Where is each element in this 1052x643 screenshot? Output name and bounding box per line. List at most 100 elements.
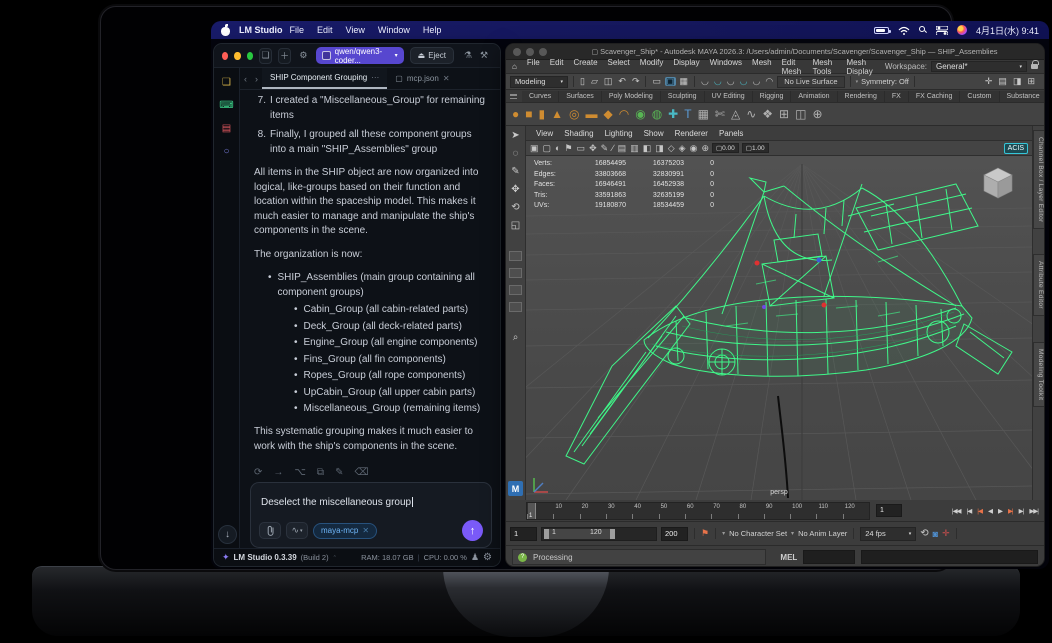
- viewport-toolbar-icon[interactable]: ▥: [630, 143, 639, 153]
- menu-bar-clock[interactable]: 4月1日(水) 9:41: [976, 24, 1039, 37]
- rail-icon[interactable]: ▤: [218, 119, 236, 137]
- viewport-toolbar-icon[interactable]: ✥: [589, 143, 597, 153]
- snap-icon[interactable]: ◡: [700, 77, 710, 86]
- shelf-tool-icon[interactable]: ◍: [652, 108, 662, 120]
- maya-menu-item[interactable]: Modify: [640, 58, 664, 76]
- nav-back-icon[interactable]: ‹: [240, 74, 251, 84]
- status-icon[interactable]: ↷: [631, 77, 641, 86]
- shelf-tool-icon[interactable]: ◫: [795, 108, 806, 120]
- lock-icon[interactable]: [1031, 60, 1039, 69]
- control-center-icon[interactable]: [935, 25, 948, 35]
- shelf-tab[interactable]: Substance: [999, 91, 1044, 102]
- rail-icon[interactable]: ○: [218, 142, 236, 160]
- close-button[interactable]: [222, 51, 229, 60]
- shelf-tool-icon[interactable]: ◬: [731, 108, 740, 120]
- viewport-toolbar-icon[interactable]: ◈: [679, 143, 686, 153]
- shelf-tab[interactable]: Rigging: [752, 91, 792, 102]
- close-tab-icon[interactable]: ✕: [443, 74, 450, 83]
- symmetry-selector[interactable]: Symmetry: Off: [861, 77, 909, 86]
- snap-icon[interactable]: ◠: [764, 77, 774, 86]
- shelf-tab[interactable]: Rendering: [837, 91, 885, 102]
- shelf-tab[interactable]: UV Editing: [704, 91, 753, 102]
- move-tool-icon[interactable]: ✥: [511, 184, 519, 195]
- tab-mcp-json[interactable]: ▢ mcp.json ✕: [387, 68, 457, 89]
- app-version[interactable]: LM Studio 0.3.39: [234, 553, 297, 562]
- status-icon[interactable]: ▤: [997, 77, 1008, 86]
- status-icon[interactable]: ◫: [603, 77, 614, 86]
- model-selector[interactable]: qwen/qwen3-coder... ▾: [315, 47, 404, 65]
- select-component-icon[interactable]: ▦: [679, 77, 690, 86]
- menu-extra-app-icon[interactable]: [956, 25, 967, 35]
- viewport-toolbar-icon[interactable]: ◇: [668, 143, 675, 153]
- shelf-tool-icon[interactable]: ▮: [539, 108, 546, 120]
- shelf-tool-icon[interactable]: ■: [525, 108, 532, 120]
- lasso-tool-icon[interactable]: ◌: [513, 148, 519, 159]
- macos-menu-item[interactable]: Window: [378, 25, 410, 35]
- viewport-menu-item[interactable]: Renderer: [675, 129, 708, 138]
- spotlight-icon[interactable]: [918, 26, 927, 34]
- shelf-menu-icon[interactable]: [510, 94, 517, 99]
- anim-prefs-icon[interactable]: ◙: [933, 529, 938, 539]
- playback-button[interactable]: ▶|: [1006, 505, 1015, 517]
- maya-menu-item[interactable]: Select: [608, 58, 630, 76]
- snap-icon[interactable]: ◡: [713, 77, 723, 86]
- shelf-tab[interactable]: Surfaces: [559, 91, 602, 102]
- maya-menu-item[interactable]: Windows: [710, 58, 742, 76]
- auto-key-icon[interactable]: ✛: [942, 528, 950, 539]
- viewport-toolbar-icon[interactable]: ◧: [643, 143, 652, 153]
- shelf-tab[interactable]: Curves: [522, 91, 560, 102]
- rail-icon[interactable]: ⌨: [218, 96, 236, 114]
- tab-chat[interactable]: SHIP Component Grouping ⋯: [262, 68, 388, 89]
- maya-menu-item[interactable]: Edit: [550, 58, 564, 76]
- playback-button[interactable]: |◀: [975, 505, 984, 517]
- paint-select-tool-icon[interactable]: ✎: [511, 166, 519, 177]
- maya-m-icon[interactable]: M: [508, 481, 523, 496]
- attach-file-button[interactable]: [259, 522, 281, 539]
- message-action-icon[interactable]: ⌥: [294, 466, 306, 478]
- user-icon[interactable]: ♟: [471, 552, 479, 563]
- chat-input-box[interactable]: Deselect the miscellaneous group ∿ ▾ maya…: [250, 482, 492, 548]
- wifi-icon[interactable]: [898, 26, 910, 35]
- shelf-tool-icon[interactable]: ✄: [715, 108, 725, 120]
- viewport-toolbar-icon[interactable]: ▭: [577, 143, 586, 153]
- range-slider[interactable]: 1 120: [541, 526, 657, 541]
- shelf-tab[interactable]: Sculpting: [660, 91, 705, 102]
- playback-loop-icon[interactable]: ⟲: [920, 528, 928, 539]
- macos-menu-item[interactable]: Help: [423, 25, 442, 35]
- macos-menu-item[interactable]: View: [346, 25, 365, 35]
- viewport-canvas[interactable]: Verts: 16854495 16375203 0 Edges: 33803668 32…: [526, 156, 1032, 500]
- scale-tool-icon[interactable]: ◱: [511, 220, 520, 231]
- mel-input-field[interactable]: [803, 550, 855, 564]
- shelf-tool-icon[interactable]: ▬: [585, 108, 597, 120]
- message-action-icon[interactable]: →: [273, 466, 283, 478]
- shelf-tool-icon[interactable]: ◎: [569, 108, 579, 120]
- time-slider[interactable]: 0102030405060708090100110120 1: [526, 501, 870, 520]
- fps-selector[interactable]: 24 fps ▾: [860, 526, 917, 541]
- attribute-editor-tab[interactable]: Attribute Editor: [1033, 254, 1044, 316]
- snap-icon[interactable]: ◡: [739, 77, 749, 86]
- mcp-chip[interactable]: maya-mcp ✕: [313, 522, 378, 539]
- viewport-toolbar-icon[interactable]: ◉: [690, 143, 698, 153]
- chat-transcript[interactable]: 7. I created a "Miscellaneous_Group" for …: [240, 90, 500, 478]
- maya-menu-item[interactable]: Create: [574, 58, 598, 76]
- shelf-tab[interactable]: Animation: [791, 91, 838, 102]
- live-surface-field[interactable]: No Live Surface: [777, 75, 845, 88]
- close-button[interactable]: [513, 47, 521, 56]
- viewport-toolbar-icon[interactable]: ⚑: [564, 143, 572, 153]
- shelf-tab[interactable]: FX: [884, 91, 909, 102]
- minimize-button[interactable]: [526, 47, 534, 56]
- snap-icon[interactable]: ◡: [751, 77, 761, 86]
- mel-result-field[interactable]: [860, 550, 1038, 564]
- shelf-tool-icon[interactable]: ▲: [551, 108, 563, 120]
- viewport-toolbar-icon[interactable]: ▤: [618, 143, 627, 153]
- toggle-sidebar-button[interactable]: ❏: [258, 47, 273, 64]
- rotate-tool-icon[interactable]: ⟲: [511, 202, 519, 213]
- rail-icon[interactable]: ❑: [218, 73, 236, 91]
- maya-menu-item[interactable]: File: [527, 58, 540, 76]
- viewport-toolbar-icon[interactable]: ◐: [555, 143, 560, 153]
- gamma-field[interactable]: ▢ 1.00: [741, 143, 769, 153]
- settings-gear-icon[interactable]: ⚙: [297, 48, 310, 64]
- menu-set-selector[interactable]: Modeling ▾: [510, 75, 568, 88]
- viewport-menu-item[interactable]: View: [536, 129, 553, 138]
- layout-split-button[interactable]: [509, 285, 522, 295]
